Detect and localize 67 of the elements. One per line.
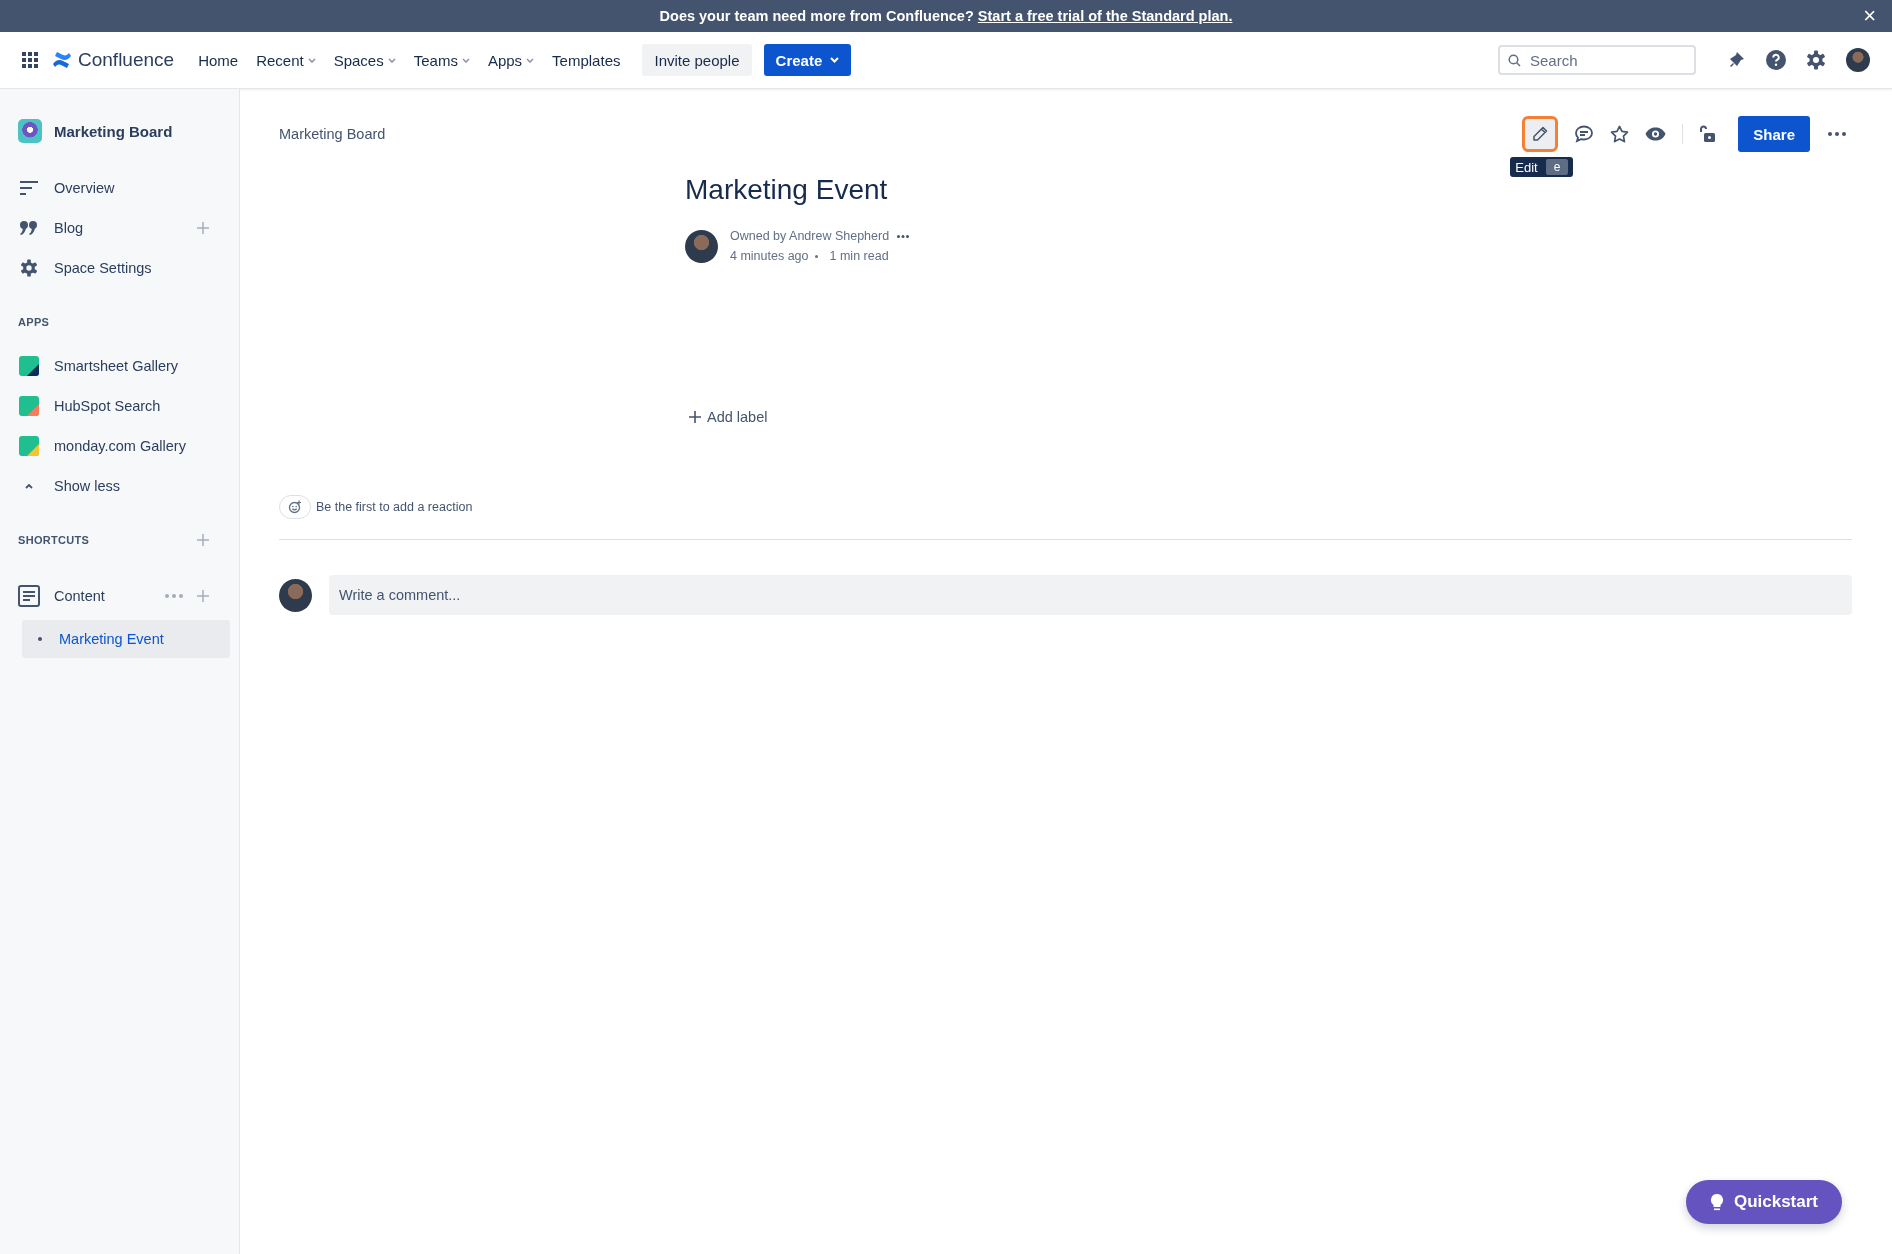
chevron-down-icon (830, 57, 840, 63)
more-icon[interactable] (897, 234, 910, 238)
tooltip-text: Edit (1515, 159, 1538, 175)
owner-avatar (685, 229, 718, 263)
user-avatar[interactable] (1846, 48, 1870, 72)
unlocked-icon[interactable] (1699, 125, 1717, 143)
comment-icon[interactable] (1574, 125, 1595, 143)
show-less-toggle[interactable]: Show less (54, 478, 229, 494)
banner-text: Does your team need more from Confluence? Start a free trial of the Standard plan. (659, 8, 1233, 24)
help-icon[interactable] (1766, 50, 1786, 70)
nav-menu-item[interactable]: Spaces (325, 45, 404, 75)
invite-people-button[interactable]: Invite people (642, 44, 752, 76)
add-emoji-icon (288, 500, 302, 514)
logo-icon (52, 51, 72, 69)
sidebar-item[interactable]: Content (54, 588, 165, 604)
quote-icon (18, 221, 40, 235)
eye-icon[interactable] (1645, 127, 1667, 141)
read-time: 1 min read (829, 249, 889, 263)
bullet-icon (38, 637, 42, 641)
app-icon (18, 436, 40, 456)
share-button[interactable]: Share (1738, 116, 1810, 152)
sidebar-item[interactable]: Overview (54, 180, 229, 196)
space-icon (18, 119, 42, 143)
add-label-button[interactable]: Add label (689, 409, 768, 425)
lines-icon (18, 181, 40, 195)
app-icon (18, 356, 40, 376)
sidebar-item[interactable]: Blog (54, 220, 197, 236)
page-title: Marketing Event (685, 173, 889, 207)
lightbulb-icon (1709, 1193, 1724, 1211)
section-heading: SHORTCUTS (18, 534, 90, 546)
nav-menu-item[interactable]: Teams (405, 45, 478, 75)
app-link[interactable]: HubSpot Search (54, 398, 229, 414)
edit-button[interactable] (1522, 116, 1559, 152)
quickstart-button[interactable]: Quickstart (1685, 1180, 1842, 1224)
nav-menu-item[interactable]: Recent (248, 45, 324, 75)
breadcrumb-link[interactable]: Marketing Board (279, 126, 386, 142)
product-name[interactable]: Confluence (78, 49, 175, 71)
space-name[interactable]: Marketing Board (54, 122, 173, 140)
app-switcher-icon[interactable] (22, 52, 38, 68)
trial-link[interactable]: Start a free trial of the Standard plan. (977, 8, 1233, 24)
page-tree-item[interactable]: Marketing Event (22, 620, 230, 658)
pencil-icon (1532, 126, 1549, 142)
app-link[interactable]: monday.com Gallery (54, 438, 229, 454)
comment-field[interactable]: Write a comment... (329, 575, 1852, 615)
nav-menu-item[interactable]: Templates (544, 45, 629, 75)
sidebar-item[interactable]: Space Settings (54, 260, 229, 276)
add-icon (689, 411, 701, 423)
owner-text: Owned by Andrew Shepherd (730, 229, 890, 243)
section-heading: APPS (18, 316, 51, 328)
app-link[interactable]: Smartsheet Gallery (54, 358, 229, 374)
close-button[interactable]: × (1859, 4, 1880, 28)
create-button[interactable]: Create (763, 44, 852, 76)
app-icon (18, 396, 40, 416)
keyboard-shortcut: e (1545, 159, 1569, 175)
updated-time: 4 minutes ago (730, 249, 809, 263)
settings-icon[interactable] (1806, 50, 1826, 70)
document-icon (18, 585, 40, 607)
more-icon[interactable] (1828, 132, 1846, 136)
add-reaction-button[interactable] (279, 495, 311, 519)
nav-menu-item[interactable]: Home (190, 45, 247, 75)
reaction-prompt: Be the first to add a reaction (316, 500, 473, 514)
separator-dot-icon (814, 254, 818, 258)
star-icon[interactable] (1610, 125, 1630, 143)
user-avatar (279, 578, 312, 612)
nav-menu-item[interactable]: Apps (479, 45, 543, 75)
settings-icon (18, 259, 40, 277)
search-field[interactable]: Search (1498, 45, 1696, 75)
